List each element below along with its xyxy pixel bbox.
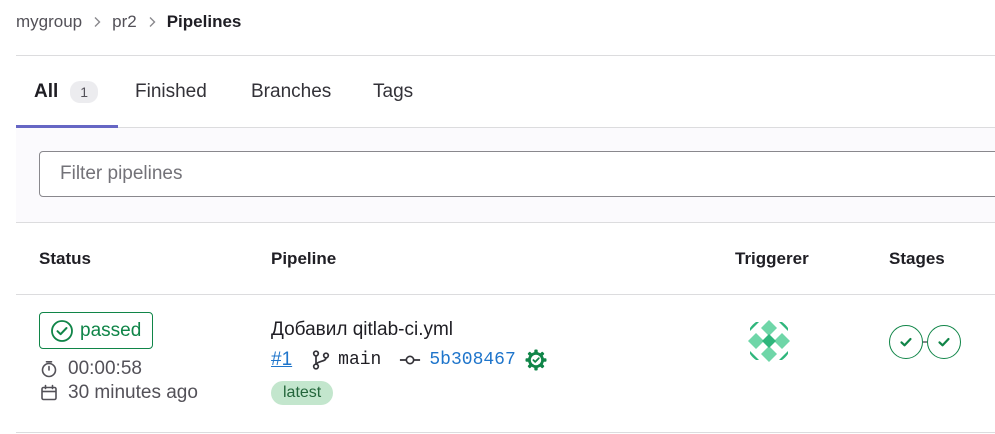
tab-all-count-badge: 1 xyxy=(70,80,99,103)
tab-branches-label: Branches xyxy=(251,80,332,102)
breadcrumb-group-link[interactable]: mygroup xyxy=(16,12,82,32)
verified-gear-icon xyxy=(524,348,548,372)
duration: 00:00:58 xyxy=(40,358,142,380)
table-row: passed 00:00:58 30 minutes ago Добавил q… xyxy=(16,295,995,433)
commit-sha-link[interactable]: 5b308467 xyxy=(429,350,515,370)
column-header-pipeline: Pipeline xyxy=(271,249,337,268)
breadcrumb-project-link[interactable]: pr2 xyxy=(112,12,137,32)
pipeline-stages xyxy=(889,325,961,359)
breadcrumb-current: Pipelines xyxy=(166,12,242,31)
duration-value: 00:00:58 xyxy=(68,358,142,379)
breadcrumb: mygroup pr2 Pipelines xyxy=(16,10,241,34)
tab-all[interactable]: All 1 xyxy=(34,56,99,127)
timer-icon xyxy=(40,360,58,378)
status-success-icon xyxy=(50,319,74,343)
pipeline-commit-title[interactable]: Добавил qitlab-ci.yml xyxy=(271,319,453,341)
column-header-stages: Stages xyxy=(889,249,945,268)
latest-badge: latest xyxy=(271,381,334,405)
finished-time-value: 30 minutes ago xyxy=(68,382,198,403)
column-header-status: Status xyxy=(39,249,91,268)
tab-branches[interactable]: Branches xyxy=(251,56,331,127)
tab-tags[interactable]: Tags xyxy=(373,56,413,127)
finished-time: 30 minutes ago xyxy=(40,382,198,404)
stage-2-status[interactable] xyxy=(927,325,961,359)
tab-finished[interactable]: Finished xyxy=(135,56,207,127)
pipeline-refs: #1 main 5b308467 xyxy=(271,347,548,373)
filter-pipelines-input[interactable] xyxy=(39,151,995,197)
chevron-right-icon xyxy=(148,16,156,28)
check-icon xyxy=(898,334,914,350)
check-icon xyxy=(936,334,952,350)
chevron-right-icon xyxy=(93,16,101,28)
calendar-icon xyxy=(40,384,58,402)
stage-1-status[interactable] xyxy=(889,325,923,359)
column-header-triggerer: Triggerer xyxy=(735,249,809,268)
commit-icon xyxy=(399,349,421,371)
pipeline-tabs: All 1 Finished Branches Tags xyxy=(16,56,995,128)
tab-tags-label: Tags xyxy=(373,80,414,102)
filter-bar xyxy=(16,128,995,223)
tab-finished-label: Finished xyxy=(135,80,207,102)
status-badge[interactable]: passed xyxy=(39,312,154,349)
table-header: Status Pipeline Triggerer Stages xyxy=(16,223,995,295)
branch-icon xyxy=(310,349,332,371)
pipeline-id-link[interactable]: #1 xyxy=(271,349,292,371)
tab-all-label: All xyxy=(34,80,59,102)
status-label: passed xyxy=(80,319,142,341)
branch-link[interactable]: main xyxy=(338,350,381,370)
triggerer-avatar[interactable] xyxy=(746,318,792,364)
